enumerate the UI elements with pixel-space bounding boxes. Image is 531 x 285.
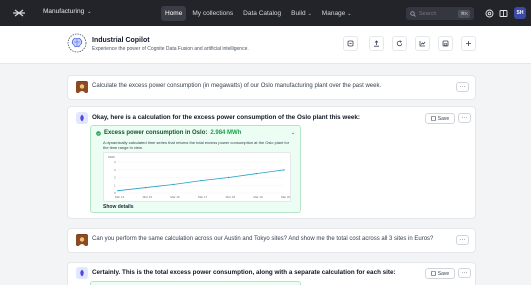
user-photo-icon: [76, 82, 88, 93]
y-tick-label: 1: [114, 183, 116, 187]
ellipsis-icon: ···: [459, 237, 466, 243]
user-avatar-small: [76, 234, 88, 246]
x-tick-label: Mar 20: [281, 195, 290, 199]
refresh-icon: [396, 40, 403, 47]
floppy-icon: [442, 40, 449, 47]
y-tick-label: 2: [114, 176, 116, 180]
x-tick-label: Mar 19: [253, 195, 263, 199]
result-title: Excess power consumption in Oslo: 2.984 …: [96, 130, 241, 136]
more-options-button[interactable]: ···: [456, 235, 469, 245]
data-point: [117, 189, 119, 192]
app-switcher[interactable]: Manufacturing ⌄: [43, 8, 91, 15]
book-icon[interactable]: [499, 9, 508, 18]
more-options-button[interactable]: ···: [458, 268, 471, 278]
plus-icon: [466, 41, 471, 46]
assistant-message-text: Okay, here is a calculation for the exce…: [92, 114, 360, 121]
nav-manage[interactable]: Manage ⌄: [318, 6, 356, 21]
x-tick-label: Mar 14: [115, 195, 125, 199]
nav-data-catalog-label: Data Catalog: [243, 10, 282, 17]
user-message-text: Can you perform the same calculation acr…: [92, 236, 434, 242]
more-options-button[interactable]: ···: [456, 82, 469, 92]
y-axis-label: MWh: [108, 155, 115, 159]
nav-my-collections-label: My collections: [192, 10, 234, 17]
chevron-down-icon: ⌄: [307, 10, 312, 17]
result-value: 2.984 MWh: [210, 130, 242, 136]
user-photo-icon: [76, 235, 88, 246]
chart-button[interactable]: [415, 36, 430, 51]
brain-icon: [67, 33, 87, 53]
user-avatar[interactable]: SH: [514, 7, 526, 19]
timeseries-chart[interactable]: MWh 4 3 2 1 0 Mar 14 Mar 15 Mar 16 Mar 17 Mar 18 Ma…: [103, 152, 291, 202]
calculation-result-card: Excess power consumption in Oslo: 2.984 …: [90, 125, 301, 213]
refresh-button[interactable]: [392, 36, 407, 51]
x-tick-label: Mar 15: [143, 195, 153, 199]
data-point: [283, 169, 285, 171]
cognite-logo-icon[interactable]: [13, 8, 25, 18]
y-tick-label: 4: [114, 160, 116, 164]
x-tick-label: Mar 18: [226, 195, 236, 199]
nav-home-label: Home: [165, 10, 183, 17]
top-nav-bar: Manufacturing ⌄ Home My collections Data…: [0, 0, 531, 26]
main-nav: Home My collections Data Catalog Build ⌄ …: [161, 6, 356, 21]
more-options-button[interactable]: ···: [458, 113, 471, 123]
user-avatar-small: [76, 81, 88, 93]
search-shortcut: ⌘K: [458, 9, 470, 18]
chevron-down-icon: ⌄: [87, 8, 92, 15]
save-canvas-button[interactable]: [438, 36, 453, 51]
ellipsis-icon: ···: [459, 84, 466, 90]
calculation-result-card-2: [90, 281, 301, 285]
save-label: Save: [437, 270, 450, 277]
nav-home[interactable]: Home: [161, 6, 187, 21]
copilot-icon: [80, 269, 84, 277]
save-button[interactable]: Save: [425, 113, 455, 124]
page-subtitle: Experience the power of Cognite Data Fus…: [92, 46, 249, 52]
nav-data-catalog[interactable]: Data Catalog: [239, 6, 285, 21]
avatar-initials: SH: [516, 10, 524, 16]
nav-manage-label: Manage: [321, 10, 346, 17]
ellipsis-icon: ···: [461, 270, 468, 276]
floppy-icon: [430, 116, 436, 121]
copilot-avatar: [76, 267, 88, 279]
result-title-text: Excess power consumption in Oslo:: [104, 130, 208, 136]
chart-canvas: MWh43210Mar 14 Mar 15 Mar 16 Mar 17 Mar 18 Ma…: [108, 155, 291, 199]
copilot-icon: [80, 114, 84, 122]
copilot-avatar: [76, 112, 88, 124]
chevron-down-icon[interactable]: ⌄: [291, 130, 295, 136]
upload-icon: [374, 40, 379, 47]
data-point: [172, 183, 175, 186]
nav-my-collections[interactable]: My collections: [188, 6, 237, 21]
help-icon[interactable]: [485, 9, 494, 18]
user-message-text: Calculate the excess power consumption (…: [92, 83, 382, 89]
floppy-icon: [430, 271, 436, 276]
chart-line-icon: [419, 41, 426, 47]
assistant-message-text: Certainly. This is the total excess powe…: [92, 269, 396, 276]
result-description: A dynamically calculated time series tha…: [103, 140, 290, 150]
show-details-button[interactable]: Show details: [103, 204, 134, 210]
page-title: Industrial Copilot: [92, 37, 150, 44]
app-switcher-label: Manufacturing: [43, 8, 85, 15]
global-search[interactable]: ⌘K: [406, 7, 474, 20]
x-tick-label: Mar 16: [170, 195, 180, 199]
nav-build-label: Build: [291, 10, 306, 17]
data-point: [227, 176, 230, 179]
y-tick-label: 3: [114, 168, 116, 172]
archive-icon: [347, 40, 354, 47]
save-button[interactable]: Save: [425, 268, 455, 279]
archive-button[interactable]: [343, 36, 358, 51]
x-tick-label: Mar 17: [198, 195, 208, 199]
ellipsis-icon: ···: [461, 115, 468, 121]
data-point: [144, 186, 147, 189]
upload-button[interactable]: [369, 36, 384, 51]
check-circle-icon: [96, 130, 101, 136]
save-label: Save: [437, 115, 450, 122]
nav-build[interactable]: Build ⌄: [287, 6, 316, 21]
search-input[interactable]: [419, 10, 453, 17]
search-icon: [410, 10, 416, 17]
data-point: [200, 179, 202, 182]
chevron-down-icon: ⌄: [347, 10, 352, 17]
data-point: [255, 172, 258, 175]
add-button[interactable]: [461, 36, 476, 51]
